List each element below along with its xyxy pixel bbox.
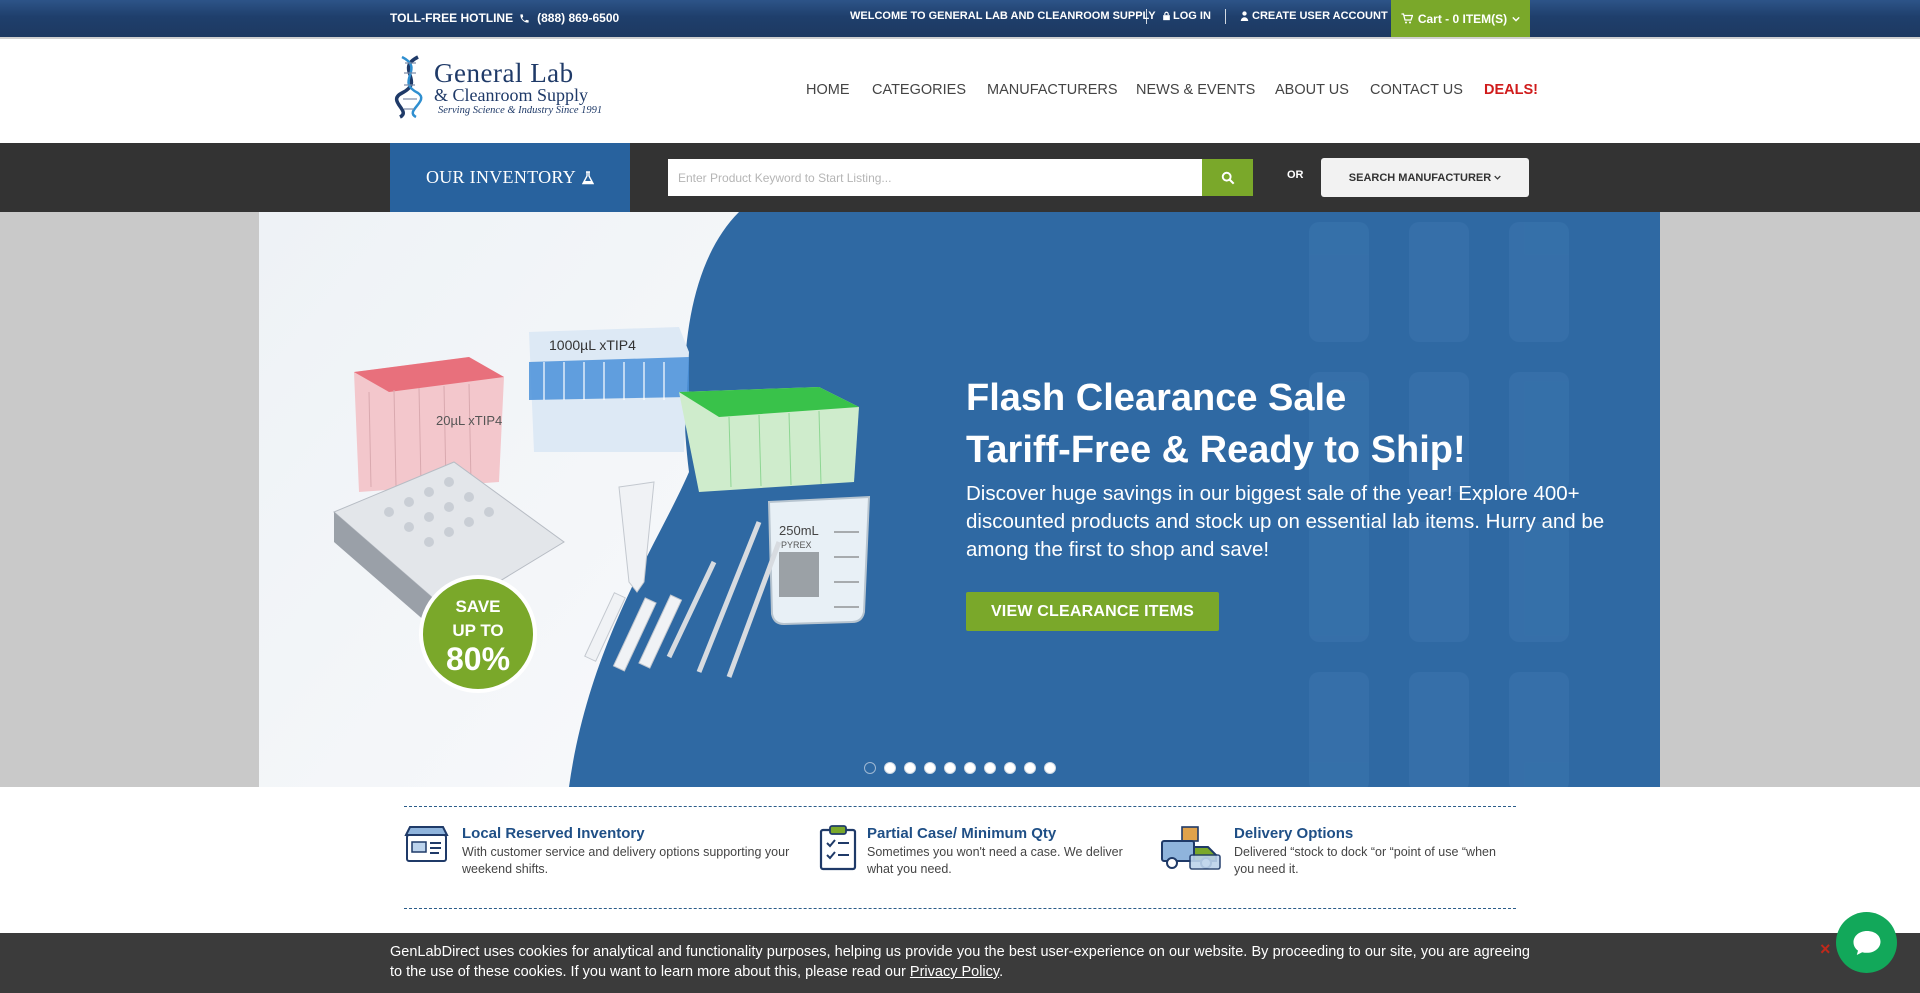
site-logo[interactable]: General Lab & Cleanroom Supply Serving S… — [390, 55, 620, 121]
nav-about-us[interactable]: ABOUT US — [1275, 82, 1349, 98]
search-input[interactable] — [668, 159, 1202, 196]
login-link[interactable]: LOG IN — [1162, 10, 1211, 22]
chevron-down-icon — [1512, 16, 1520, 22]
tip-rack-red: 20µL xTIP4 — [354, 357, 504, 492]
login-label: LOG IN — [1173, 10, 1211, 22]
slider-dot[interactable] — [904, 762, 916, 774]
slider-dot[interactable] — [1044, 762, 1056, 774]
save-badge: SAVE UP TO 80% — [419, 575, 537, 693]
slider-dot[interactable] — [1004, 762, 1016, 774]
privacy-policy-link[interactable]: Privacy Policy — [910, 964, 999, 980]
welcome-text: WELCOME TO GENERAL LAB AND CLEANROOM SUP… — [850, 10, 1156, 22]
hotline: TOLL-FREE HOTLINE (888) 869-6500 — [390, 11, 619, 25]
logo-line2: & Cleanroom Supply — [434, 85, 588, 105]
or-label: OR — [1287, 169, 1304, 181]
divider — [1146, 9, 1147, 24]
hero-headline-2: Tariff-Free & Ready to Ship! — [966, 429, 1466, 471]
cookie-end: . — [999, 964, 1004, 980]
hero-description: Discover huge savings in our biggest sal… — [966, 482, 1605, 561]
search-manufacturer-button[interactable]: SEARCH MANUFACTURER — [1321, 158, 1529, 197]
nav-home[interactable]: HOME — [806, 82, 850, 98]
beaker-brand-label: PYREX — [781, 540, 812, 550]
cookie-banner: GenLabDirect uses cookies for analytical… — [0, 933, 1920, 993]
clipboard-icon — [819, 825, 857, 871]
nav-manufacturers[interactable]: MANUFACTURERS — [987, 82, 1118, 98]
hero-headline: Flash Clearance Sale Tariff-Free & Ready… — [966, 372, 1466, 476]
hero-headline-1: Flash Clearance Sale — [966, 377, 1347, 419]
search-manufacturer-label: SEARCH MANUFACTURER — [1348, 171, 1492, 184]
beaker: 250mL PYREX — [767, 495, 871, 626]
feature-description: With customer service and delivery optio… — [462, 845, 790, 876]
tip-rack-blue-label: 1000µL xTIP4 — [549, 337, 636, 353]
our-inventory-label: OUR INVENTORY — [425, 167, 577, 187]
view-clearance-button[interactable]: VIEW CLEARANCE ITEMS — [966, 592, 1219, 631]
cart-icon — [1401, 13, 1413, 24]
feature-description: Sometimes you won't need a case. We deli… — [867, 845, 1123, 876]
chat-button[interactable] — [1836, 912, 1897, 973]
badge-line-1-2: SAVE UP TO — [423, 595, 533, 643]
feature-title: Delivery Options — [1234, 825, 1354, 842]
hero-section: 20µL xTIP4 1000µL xTIP4 250mL PYREX SAVE… — [0, 212, 1920, 787]
slider-dot[interactable] — [924, 762, 936, 774]
slider-dot[interactable] — [944, 762, 956, 774]
flask-icon — [582, 170, 595, 184]
hotline-number[interactable]: (888) 869-6500 — [537, 11, 619, 25]
search-button[interactable] — [1202, 159, 1253, 196]
dna-helix-icon — [394, 55, 423, 119]
search-bar: OUR INVENTORY OR SEARCH MANUFACTURER — [0, 143, 1920, 212]
our-inventory-button[interactable]: OUR INVENTORY — [390, 143, 630, 212]
create-account-link[interactable]: CREATE USER ACCOUNT — [1240, 10, 1388, 22]
user-icon — [1240, 11, 1249, 21]
logo-tagline: Serving Science & Industry Since 1991 — [438, 105, 603, 116]
badge-line-1: SAVE — [455, 597, 501, 616]
slider-dot[interactable] — [1024, 762, 1036, 774]
cart-label: Cart - 0 ITEM(S) — [1417, 11, 1508, 26]
slider-dot[interactable] — [884, 762, 896, 774]
delivery-truck-icon — [1161, 826, 1221, 870]
cookie-close-button[interactable]: × — [1820, 939, 1831, 960]
cookie-text: GenLabDirect uses cookies for analytical… — [390, 942, 1530, 982]
feature-strip: Local Reserved Inventory With customer s… — [404, 806, 1516, 909]
chat-bubble-icon — [1853, 930, 1880, 955]
slider-dot[interactable] — [964, 762, 976, 774]
site-header: General Lab & Cleanroom Supply Serving S… — [0, 39, 1920, 143]
nav-contact-us[interactable]: CONTACT US — [1370, 82, 1463, 98]
cart-button[interactable]: Cart - 0 ITEM(S) — [1391, 0, 1530, 37]
tip-rack-green — [679, 387, 859, 492]
slider-dot[interactable] — [864, 762, 876, 774]
feature-title: Partial Case/ Minimum Qty — [867, 825, 1057, 842]
slider-dots — [864, 762, 1056, 774]
tip-rack-blue: 1000µL xTIP4 — [529, 327, 689, 452]
hero-slider: 20µL xTIP4 1000µL xTIP4 250mL PYREX SAVE… — [259, 212, 1660, 787]
search-icon — [1221, 171, 1234, 184]
tip-rack-red-label: 20µL xTIP4 — [436, 413, 502, 428]
create-account-label: CREATE USER ACCOUNT — [1252, 10, 1388, 22]
feature-title: Local Reserved Inventory — [462, 825, 645, 842]
nav-categories[interactable]: CATEGORIES — [872, 82, 966, 98]
slider-dot[interactable] — [984, 762, 996, 774]
nav-deals[interactable]: DEALS! — [1484, 82, 1538, 98]
badge-line-2: UP TO — [452, 621, 504, 640]
hotline-label: TOLL-FREE HOTLINE — [390, 11, 514, 25]
top-bar: TOLL-FREE HOTLINE (888) 869-6500 WELCOME… — [0, 0, 1920, 39]
phone-icon — [520, 13, 529, 23]
chevron-down-icon — [1494, 175, 1501, 180]
storefront-icon — [404, 826, 449, 862]
badge-line-3: 80% — [445, 641, 511, 677]
divider — [1225, 9, 1226, 24]
feature-description: Delivered “stock to dock “or “point of u… — [1234, 845, 1496, 876]
lock-icon — [1163, 11, 1170, 21]
nav-news-events[interactable]: NEWS & EVENTS — [1136, 82, 1255, 98]
beaker-volume-label: 250mL — [779, 523, 819, 538]
